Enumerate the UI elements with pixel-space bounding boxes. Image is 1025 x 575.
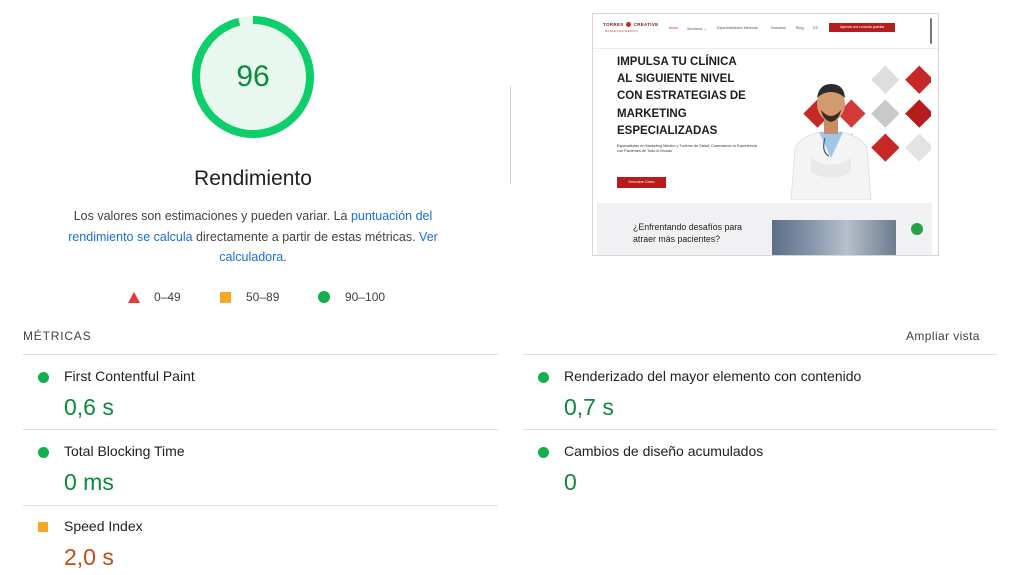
preview-brand: TORRES bbox=[603, 22, 624, 27]
gauge-title: Rendimiento bbox=[194, 167, 312, 190]
legend-label-fail: 0–49 bbox=[154, 290, 181, 304]
metric-value: 0 bbox=[564, 469, 577, 495]
metric-label: Speed Index bbox=[64, 518, 143, 534]
preview-nav-services: Servicios ⌄ bbox=[687, 27, 707, 31]
legend-item-fail: 0–49 bbox=[128, 288, 181, 306]
metric-label: First Contentful Paint bbox=[64, 368, 195, 384]
metric-label: Total Blocking Time bbox=[64, 443, 185, 459]
whatsapp-icon bbox=[911, 223, 923, 235]
metric-value: 0,7 s bbox=[564, 394, 614, 420]
description-text-3: . bbox=[283, 250, 287, 264]
performance-gauge: 96 bbox=[191, 15, 315, 139]
status-pass-icon bbox=[38, 447, 49, 458]
preview-nav-home: Inicio bbox=[669, 26, 678, 30]
headline-line: CON ESTRATEGIAS DE bbox=[617, 90, 746, 103]
doctor-illustration bbox=[790, 65, 931, 200]
preview-nav-cta: Agenda una consulta gratuita bbox=[829, 23, 895, 32]
score-description: Los valores son estimaciones y pueden va… bbox=[64, 206, 442, 268]
metrics-heading: MÉTRICAS bbox=[23, 329, 92, 343]
preview-headline: IMPULSA TU CLÍNICA AL SIGUIENTE NIVEL CO… bbox=[617, 54, 767, 140]
preview-logo: TORRES CREATIVE bbox=[603, 22, 659, 28]
headline-line: ESPECIALIZADAS bbox=[617, 124, 718, 137]
expand-view-toggle[interactable]: Ampliar vista bbox=[906, 329, 980, 343]
legend-label-pass: 90–100 bbox=[345, 290, 386, 304]
vertical-divider bbox=[510, 86, 511, 184]
status-pass-icon bbox=[538, 447, 549, 458]
headline-line: IMPULSA TU CLÍNICA bbox=[617, 56, 737, 68]
preview-nav-about: Nosotros bbox=[771, 26, 787, 30]
preview-section-image bbox=[772, 220, 896, 255]
preview-brand-2: CREATIVE bbox=[633, 22, 659, 27]
row-divider bbox=[23, 505, 498, 506]
section-title-line: ¿Enfrentando desafíos para bbox=[633, 222, 743, 232]
red-triangle-icon bbox=[128, 291, 140, 303]
legend-label-average: 50–89 bbox=[246, 290, 280, 304]
status-pass-icon bbox=[538, 372, 549, 383]
orange-square-icon bbox=[220, 291, 231, 303]
headline-line: AL SIGUIENTE NIVEL bbox=[617, 73, 735, 86]
performance-score: 96 bbox=[236, 60, 270, 93]
metric-value: 0 ms bbox=[64, 469, 114, 495]
description-text-2: directamente a partir de estas métricas. bbox=[192, 229, 420, 244]
final-screenshot[interactable]: TORRES CREATIVE MARKETING MÉDICO Inicio … bbox=[592, 13, 939, 256]
green-circle-icon bbox=[318, 291, 330, 303]
metric-label: Renderizado del mayor elemento con conte… bbox=[564, 368, 862, 384]
preview-nav-specialties: Especialidades Médicas bbox=[717, 26, 758, 30]
preview-navbar: TORRES CREATIVE MARKETING MÉDICO Inicio … bbox=[593, 14, 938, 42]
preview-button: Descubre Cómo bbox=[617, 177, 666, 188]
section-title-line: atraer más pacientes? bbox=[633, 234, 721, 244]
metric-value: 2,0 s bbox=[64, 544, 114, 570]
row-divider bbox=[523, 354, 997, 355]
row-divider bbox=[23, 429, 498, 430]
description-text-1: Los valores son estimaciones y pueden va… bbox=[73, 209, 351, 223]
preview-section-title: ¿Enfrentando desafíos para atraer más pa… bbox=[633, 221, 773, 245]
legend-item-average: 50–89 bbox=[220, 288, 279, 306]
row-divider bbox=[523, 429, 997, 430]
metric-label: Cambios de diseño acumulados bbox=[564, 443, 764, 459]
row-divider bbox=[23, 354, 498, 355]
preview-nav-lang: ES bbox=[813, 26, 819, 30]
headline-line: MARKETING bbox=[617, 107, 687, 120]
preview-brand-sub: MARKETING MÉDICO bbox=[605, 30, 638, 33]
preview-scrollbar bbox=[930, 18, 932, 44]
logo-dot-icon bbox=[626, 22, 632, 28]
preview-section: ¿Enfrentando desafíos para atraer más pa… bbox=[597, 203, 932, 255]
status-pass-icon bbox=[38, 372, 49, 383]
preview-subtext: Especialistas en Marketing Médico y Turi… bbox=[617, 144, 757, 154]
preview-nav-blog: Blog bbox=[796, 26, 804, 30]
status-average-icon bbox=[38, 522, 48, 532]
metric-value: 0,6 s bbox=[64, 394, 114, 420]
legend-item-pass: 90–100 bbox=[318, 288, 385, 306]
